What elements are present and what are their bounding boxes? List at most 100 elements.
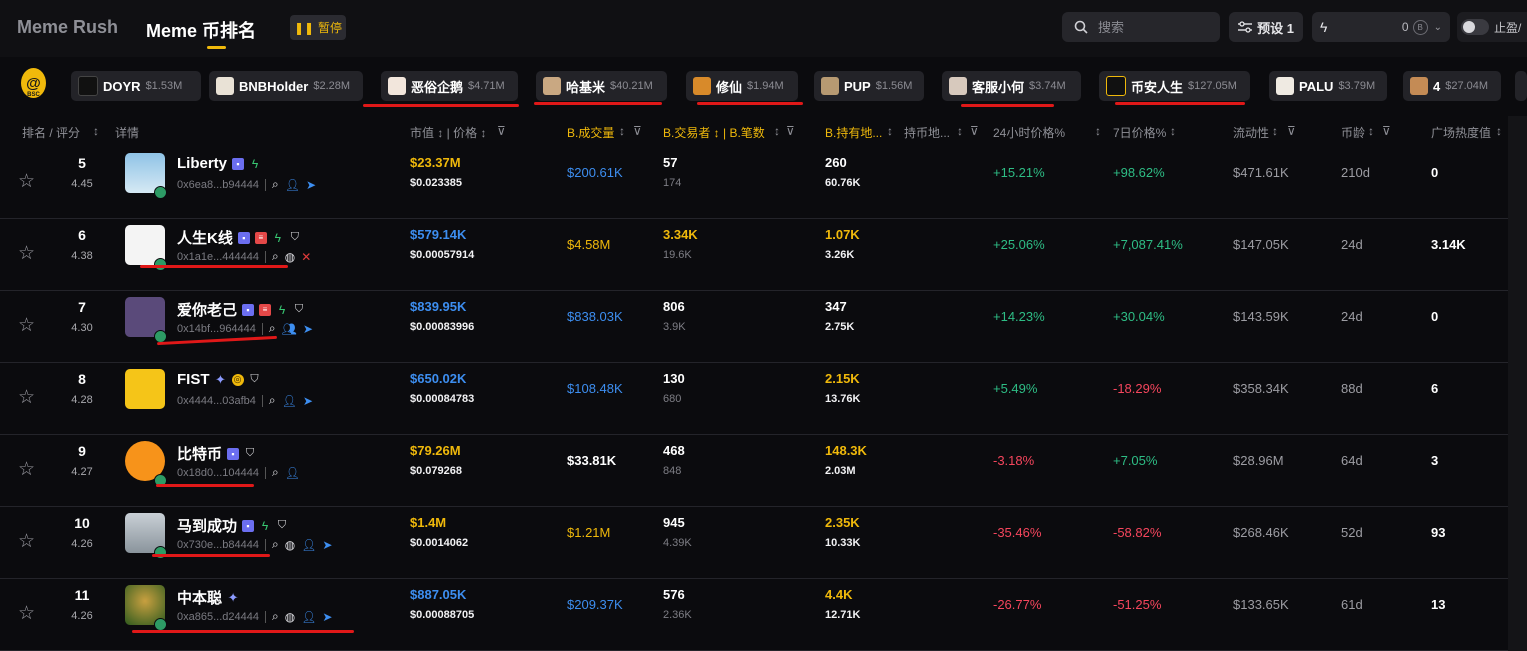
favorite-star-icon[interactable]: ☆ — [18, 530, 35, 553]
col-change-7d[interactable]: 7日价格% — [1113, 124, 1166, 141]
table-row[interactable]: ☆ 9 4.27 比特币 ▪ ⛉ 0x18d0...104444 ⌕ 👤︎ $7… — [0, 434, 1508, 507]
hot-tag-hajimi[interactable]: 哈基米 $40.21M — [536, 71, 667, 101]
user-icon[interactable]: 👤︎ — [301, 610, 316, 624]
pause-button[interactable]: ❚❚ 暂停 — [290, 15, 346, 40]
token-name[interactable]: 马到成功 — [177, 515, 237, 536]
contract-address[interactable]: 0x4444...03afb4 — [177, 395, 256, 407]
search-icon[interactable]: ⌕ — [269, 393, 276, 408]
col-holders2[interactable]: 持币地... — [904, 124, 950, 141]
telegram-icon[interactable]: ➤ — [303, 322, 313, 336]
at-mention-logo-icon[interactable]: @ BSC — [21, 68, 46, 98]
take-profit-toggle[interactable] — [1461, 19, 1489, 35]
search-icon[interactable]: ⌕ — [272, 177, 279, 192]
col-7d-sort-icon[interactable]: ↕ — [1170, 124, 1176, 138]
search-icon[interactable]: ⌕ — [269, 321, 276, 336]
telegram-icon[interactable]: ➤ — [322, 610, 332, 624]
scrollbar[interactable] — [1508, 116, 1527, 651]
globe-icon[interactable]: ◍ — [285, 610, 295, 624]
table-row[interactable]: ☆ 8 4.28 FIST ✦ ◎ ⛉ 0x4444...03afb4 ⌕ 👤︎… — [0, 362, 1508, 435]
search-icon[interactable]: ⌕ — [272, 465, 279, 480]
token-name[interactable]: 比特币 — [177, 443, 222, 464]
hot-tag-palu[interactable]: PALU $3.79M — [1269, 71, 1387, 101]
tab-meme-rank[interactable]: Meme 币排名 — [146, 17, 256, 43]
filter-icon[interactable]: ⊽ — [633, 124, 642, 138]
col-age-sort-icon[interactable]: ↕ — [1368, 124, 1374, 138]
table-row[interactable]: ☆ 6 4.38 人生K线 ▪ ≡ ϟ ⛉ 0x1a1e...444444 ⌕ … — [0, 218, 1508, 291]
contract-address[interactable]: 0xa865...d24444 — [177, 611, 259, 623]
contract-address[interactable]: 0x14bf...964444 — [177, 323, 256, 335]
quick-buy-amount[interactable]: ϟ 0 B ⌄ — [1312, 12, 1450, 42]
hot-tag-xiuxian[interactable]: 修仙 $1.94M — [686, 71, 798, 101]
search-icon[interactable]: ⌕ — [272, 609, 279, 624]
search-icon[interactable]: ⌕ — [272, 537, 279, 552]
user-icon[interactable]: 👤︎ — [282, 394, 297, 408]
table-row[interactable]: ☆ 11 4.26 中本聪 ✦ 0xa865...d24444 ⌕ ◍ 👤︎ ➤… — [0, 578, 1508, 651]
col-traders-sort-icon[interactable]: ↕ — [774, 124, 780, 138]
hot-tag-doyr[interactable]: DOYR $1.53M — [71, 71, 201, 101]
favorite-star-icon[interactable]: ☆ — [18, 242, 35, 265]
x-twitter-icon[interactable]: ✕ — [301, 250, 311, 264]
tab-meme-rush[interactable]: Meme Rush — [17, 17, 118, 38]
col-age[interactable]: 币龄 — [1341, 124, 1365, 141]
token-name[interactable]: 人生K线 — [177, 227, 233, 248]
filter-icon[interactable]: ⊽ — [1287, 124, 1296, 138]
token-name[interactable]: FIST — [177, 371, 210, 388]
user-icon[interactable]: 👤︎ — [285, 178, 300, 192]
col-rank-sort-icon[interactable]: ↕ — [93, 124, 99, 138]
contract-address[interactable]: 0x1a1e...444444 — [177, 251, 259, 263]
hot-tag-4[interactable]: 4 $27.04M — [1403, 71, 1501, 101]
col-rank[interactable]: 排名 / 评分 — [22, 124, 80, 141]
contract-address[interactable]: 0x730e...b84444 — [177, 539, 259, 551]
col-heat-sort-icon[interactable]: ↕ — [1496, 124, 1502, 138]
hot-tag-kefu[interactable]: 客服小何 $3.74M — [942, 71, 1081, 101]
hot-tag-penguin[interactable]: 恶俗企鹅 $4.71M — [381, 71, 518, 101]
rank: 5 — [78, 155, 86, 171]
filter-icon[interactable]: ⊽ — [970, 124, 979, 138]
users-icon[interactable]: 👥︎ — [282, 322, 297, 336]
table-row[interactable]: ☆ 5 4.45 Liberty ▪ ϟ 0x6ea8...b94444 ⌕ 👤… — [0, 146, 1508, 219]
telegram-icon[interactable]: ➤ — [306, 178, 316, 192]
favorite-star-icon[interactable]: ☆ — [18, 170, 35, 193]
user-icon[interactable]: 👤︎ — [285, 466, 300, 480]
table-row[interactable]: ☆ 7 4.30 爱你老己 ▪ ≡ ϟ ⛉ 0x14bf...964444 ⌕ … — [0, 290, 1508, 363]
telegram-icon[interactable]: ➤ — [303, 394, 313, 408]
preset-button[interactable]: 预设 1 — [1229, 12, 1303, 42]
contract-address[interactable]: 0x18d0...104444 — [177, 467, 259, 479]
col-traders-txns[interactable]: B.交易者 ↕ | B.笔数 — [663, 124, 765, 141]
filter-icon[interactable]: ⊽ — [1382, 124, 1391, 138]
token-name[interactable]: 爱你老己 — [177, 299, 237, 320]
search-icon[interactable]: ⌕ — [272, 249, 279, 264]
filter-icon[interactable]: ⊽ — [497, 124, 506, 138]
hot-tag-bnbholder[interactable]: BNBHolder $2.28M — [209, 71, 363, 101]
token-name[interactable]: Liberty — [177, 155, 227, 172]
col-heat[interactable]: 广场热度值 — [1431, 124, 1491, 141]
contract-address[interactable]: 0x6ea8...b94444 — [177, 179, 259, 191]
col-liquidity-sort-icon[interactable]: ↕ — [1272, 124, 1278, 138]
col-holders2-sort-icon[interactable]: ↕ — [957, 124, 963, 138]
favorite-star-icon[interactable]: ☆ — [18, 602, 35, 625]
hot-tag-overflow[interactable] — [1515, 71, 1527, 101]
globe-icon[interactable]: ◍ — [285, 538, 295, 552]
col-24h-sort-icon[interactable]: ↕ — [1095, 124, 1101, 138]
table-row[interactable]: ☆ 10 4.26 马到成功 ▪ ϟ ⛉ 0x730e...b84444 ⌕ ◍… — [0, 506, 1508, 579]
token-avatar[interactable] — [125, 369, 165, 409]
col-holders[interactable]: B.持有地... — [825, 124, 882, 141]
token-name[interactable]: 中本聪 — [177, 587, 222, 608]
col-volume-sort-icon[interactable]: ↕ — [619, 124, 625, 138]
col-mcap-price[interactable]: 市值 ↕ | 价格 ↕ — [410, 124, 486, 141]
user-icon[interactable]: 👤︎ — [301, 538, 316, 552]
globe-icon[interactable]: ◍ — [285, 250, 295, 264]
col-change-24h[interactable]: 24小时价格% — [993, 124, 1065, 141]
filter-icon[interactable]: ⊽ — [786, 124, 795, 138]
hot-tag-pup[interactable]: PUP $1.56M — [814, 71, 924, 101]
favorite-star-icon[interactable]: ☆ — [18, 458, 35, 481]
col-holders-sort-icon[interactable]: ↕ — [887, 124, 893, 138]
favorite-star-icon[interactable]: ☆ — [18, 386, 35, 409]
col-volume[interactable]: B.成交量 — [567, 124, 614, 141]
favorite-star-icon[interactable]: ☆ — [18, 314, 35, 337]
telegram-icon[interactable]: ➤ — [322, 538, 332, 552]
divider — [264, 466, 266, 479]
hot-tag-binance-life[interactable]: 币安人生 $127.05M — [1099, 71, 1250, 101]
search-input[interactable] — [1096, 18, 1210, 36]
col-liquidity[interactable]: 流动性 — [1233, 124, 1269, 141]
